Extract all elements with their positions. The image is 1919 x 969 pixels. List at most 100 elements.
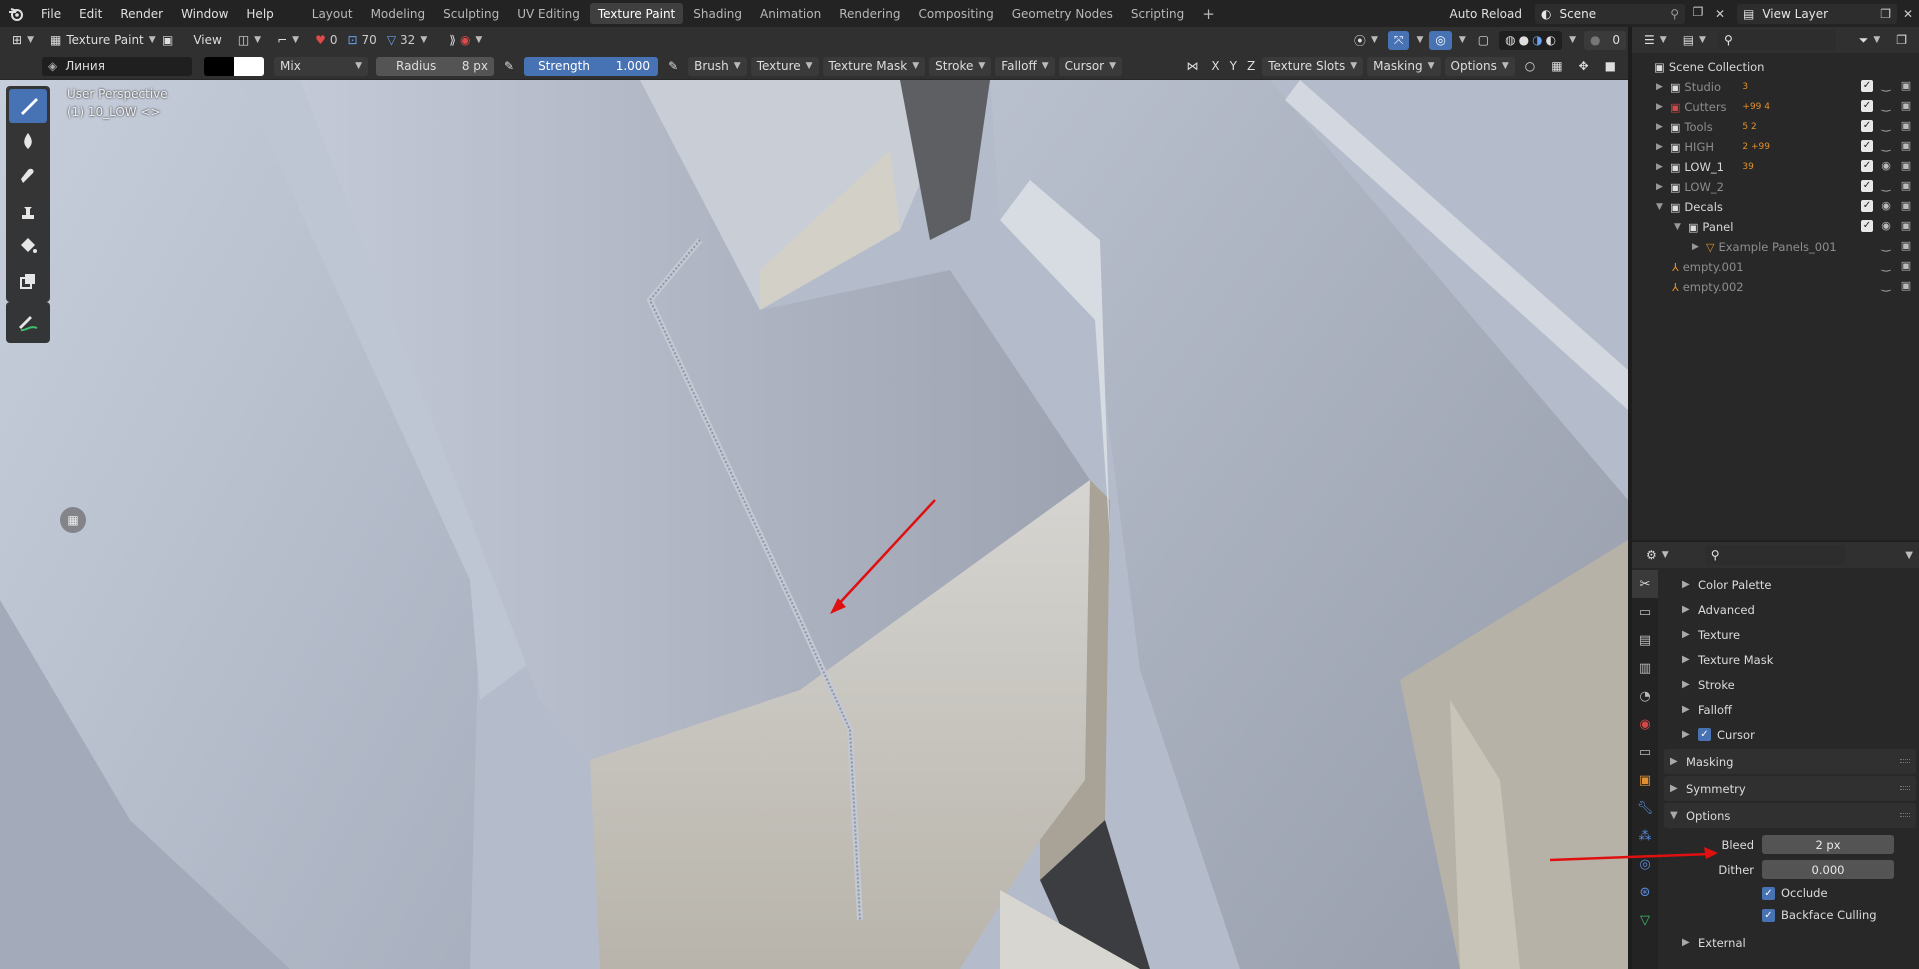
eye-closed-icon[interactable]: ‿ [1879,139,1893,152]
color-swatch-black[interactable] [204,56,234,76]
drag-handle-icon[interactable] [1900,759,1910,763]
tab-compositing[interactable]: Compositing [910,3,1001,24]
eye-open-icon[interactable]: ◉ [1879,219,1893,232]
scene-tab-icon[interactable]: ◔ [1632,682,1658,710]
pivot-icon[interactable]: ◫ ▼ [232,31,267,50]
subpanel-stroke[interactable]: ▶ Stroke [1664,672,1916,697]
new-view-layer-icon[interactable]: ❐ [1880,7,1891,21]
outliner-row[interactable]: ▶ ▽ Example Panels_001 ‿ ▣ [1632,237,1919,257]
fill-tool-icon[interactable] [9,229,47,263]
axis-x-toggle[interactable]: X [1208,57,1222,76]
backface-row[interactable]: ✓ Backface Culling [1664,904,1916,926]
tab-texture-paint[interactable]: Texture Paint [589,3,684,24]
camera-icon[interactable]: ▣ [1899,219,1913,232]
exclude-checkbox[interactable]: ✓ [1861,219,1873,232]
eye-open-icon[interactable]: ◉ [1879,199,1893,212]
stroke-menu[interactable]: Stroke ▼ [929,56,992,76]
occlude-row[interactable]: ✓ Occlude [1664,882,1916,904]
radius-field[interactable]: Radius 8 px [376,56,494,76]
tab-layout[interactable]: Layout [304,3,361,24]
outliner-row[interactable]: ⅄ empty.001 ‿ ▣ [1632,257,1919,277]
texture-slots-menu[interactable]: Texture Slots ▼ [1262,56,1364,76]
eye-closed-icon[interactable]: ‿ [1879,239,1893,252]
solid-shading-icon[interactable]: ● [1519,33,1529,47]
camera-icon[interactable]: ▣ [1899,99,1913,112]
tab-rendering[interactable]: Rendering [831,3,908,24]
view-menu[interactable]: View [187,31,227,50]
menu-file[interactable]: File [32,0,70,27]
outliner-row[interactable]: ▼ ▣ Decals ✓ ◉ ▣ [1632,197,1919,217]
overlay-toggle[interactable]: ◎ [1429,30,1452,50]
eye-open-icon[interactable]: ◉ [1879,159,1893,172]
camera-icon[interactable]: ▣ [1899,239,1913,252]
axis-z-toggle[interactable]: Z [1244,57,1258,76]
radius-pressure-icon[interactable]: ✎ [498,57,520,76]
sphere-icon[interactable]: ○ [1519,57,1541,76]
outliner-row[interactable]: ▶ ▣ LOW_2 ✓ ‿ ▣ [1632,177,1919,197]
expand-arrow-icon[interactable]: ▶ [1656,122,1670,132]
tab-geometry-nodes[interactable]: Geometry Nodes [1004,3,1121,24]
constraints-tab-icon[interactable]: ⊛ [1632,878,1658,906]
falloff-menu[interactable]: Falloff ▼ [995,56,1055,76]
mode-selector[interactable]: ▦ Texture Paint ▼ [44,31,156,50]
camera-icon[interactable]: ▣ [1899,159,1913,172]
subpanel-advanced[interactable]: ▶ Advanced [1664,597,1916,622]
expand-arrow-icon[interactable]: ▶ [1656,142,1670,152]
viewport-nav-gizmo-icon[interactable]: ▦ [60,507,86,533]
panel-symmetry[interactable]: ▶ Symmetry [1664,776,1916,801]
world-tab-icon[interactable]: ◉ [1632,710,1658,738]
eye-closed-icon[interactable]: ‿ [1879,259,1893,272]
exclude-checkbox[interactable]: ✓ [1861,119,1873,132]
object-tab-icon[interactable]: ▣ [1632,766,1658,794]
tab-uv-editing[interactable]: UV Editing [509,3,588,24]
expand-arrow-icon[interactable]: ▼ [1656,202,1670,212]
transform-icon[interactable]: ✥ [1573,57,1595,76]
symmetry-icon[interactable]: ⟫ ◉ ▼ [443,31,488,50]
tab-shading[interactable]: Shading [685,3,750,24]
clone-tool-icon[interactable] [9,194,47,228]
eye-closed-icon[interactable]: ‿ [1879,99,1893,112]
camera-icon[interactable]: ▣ [1899,119,1913,132]
new-scene-icon[interactable]: ❐ [1689,5,1707,23]
view-layer-tab-icon[interactable]: ▥ [1632,654,1658,682]
masking-menu[interactable]: Masking ▼ [1367,56,1441,76]
editor-type-icon[interactable]: ⊞ ▼ [6,31,40,50]
subpanel-texture[interactable]: ▶ Texture [1664,622,1916,647]
expand-arrow-icon[interactable]: ▶ [1656,82,1670,92]
panel-masking[interactable]: ▶ Masking [1664,749,1916,774]
eye-closed-icon[interactable]: ‿ [1879,279,1893,292]
cube-icon[interactable]: ▦ [1545,57,1568,76]
outliner-row[interactable]: ▶ ▣ Cutters +99 4 ✓ ‿ ▣ [1632,97,1919,117]
expand-arrow-icon[interactable]: ▶ [1656,182,1670,192]
snap-icon[interactable]: ⌐ ▼ [271,31,305,50]
view-layer-selector[interactable]: ▤ View Layer ❐ [1737,3,1897,24]
backface-culling-checkbox[interactable]: ✓ [1762,908,1775,922]
properties-options-icon[interactable]: ▼ [1905,550,1913,561]
scene-collection-row[interactable]: ▣ Scene Collection [1632,57,1919,77]
camera-icon[interactable]: ▣ [1899,179,1913,192]
outliner-row[interactable]: ▶ ▣ Studio 3 ✓ ‿ ▣ [1632,77,1919,97]
properties-search-input[interactable]: ⚲ [1704,545,1845,565]
exclude-checkbox[interactable]: ✓ [1861,79,1873,92]
properties-editor-type-icon[interactable]: ⚙ ▼ [1640,546,1675,565]
overlay-counter[interactable]: ● 0 [1584,30,1626,50]
blender-logo-icon[interactable] [0,0,32,27]
outliner-editor-type-icon[interactable]: ☰ ▼ [1638,31,1673,50]
menu-window[interactable]: Window [172,0,237,27]
pin-icon[interactable]: ⚲ [1670,7,1679,21]
xray-icon[interactable]: ▢ [1472,31,1495,50]
annotate-tool-icon[interactable] [9,305,47,339]
modifier-tab-icon[interactable]: 🔧︎ [1632,794,1658,822]
expand-arrow-icon[interactable]: ▶ [1656,102,1670,112]
strength-slider[interactable]: Strength 1.000 [524,56,659,76]
cursor-menu[interactable]: Cursor ▼ [1058,56,1123,76]
rendered-shading-icon[interactable]: ◐ [1546,33,1556,47]
options-menu[interactable]: Options ▼ [1444,56,1515,76]
tab-modeling[interactable]: Modeling [363,3,434,24]
render-tab-icon[interactable]: ▭ [1632,598,1658,626]
drag-handle-icon[interactable] [1900,786,1910,790]
eye-closed-icon[interactable]: ‿ [1879,119,1893,132]
menu-render[interactable]: Render [111,0,172,27]
tool-tab-icon[interactable]: ✂ [1632,570,1658,598]
delete-view-layer-icon[interactable]: ✕ [1897,7,1919,21]
